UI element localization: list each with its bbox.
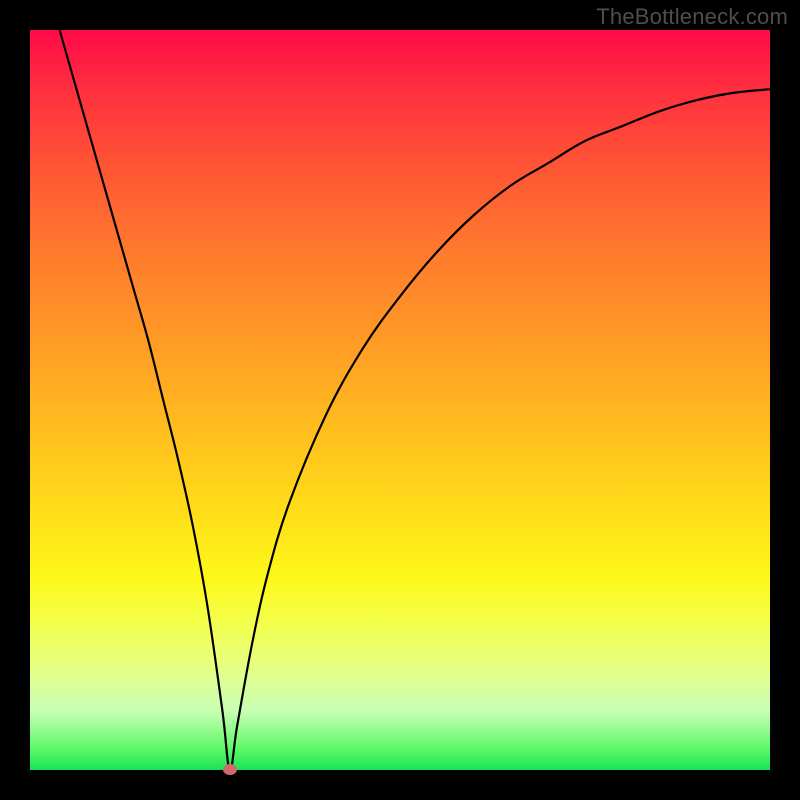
plot-area — [30, 30, 770, 770]
chart-frame: TheBottleneck.com — [0, 0, 800, 800]
watermark-text: TheBottleneck.com — [596, 4, 788, 30]
minimum-marker — [223, 764, 237, 775]
curve-svg — [30, 30, 770, 770]
bottleneck-curve — [60, 30, 770, 770]
